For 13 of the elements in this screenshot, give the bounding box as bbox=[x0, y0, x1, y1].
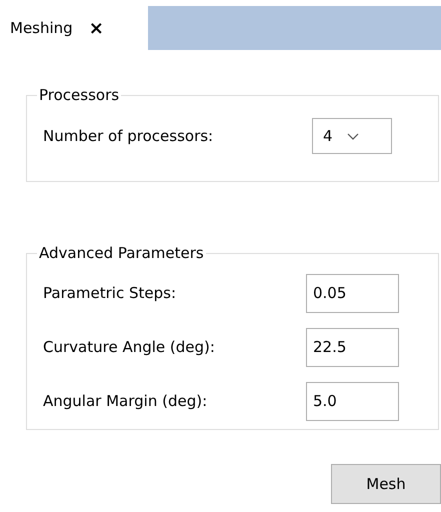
field-label: Parametric Steps: bbox=[43, 284, 178, 302]
field-label: Number of processors: bbox=[43, 127, 214, 145]
input-field[interactable]: 0.05 bbox=[306, 274, 399, 312]
processor-dropdown[interactable]: 4 bbox=[312, 118, 392, 154]
mesh-button[interactable]: Mesh bbox=[331, 464, 441, 504]
group-title: Advanced Parameters bbox=[38, 244, 205, 262]
field-label: Curvature Angle (deg): bbox=[43, 338, 216, 356]
input-field[interactable]: 5.0 bbox=[306, 382, 399, 420]
chevron-down-icon bbox=[346, 132, 359, 140]
field-label: Angular Margin (deg): bbox=[43, 392, 208, 410]
close-icon[interactable]: × bbox=[88, 18, 104, 38]
group-title: Processors bbox=[38, 86, 120, 104]
input-field[interactable]: 22.5 bbox=[306, 328, 399, 366]
